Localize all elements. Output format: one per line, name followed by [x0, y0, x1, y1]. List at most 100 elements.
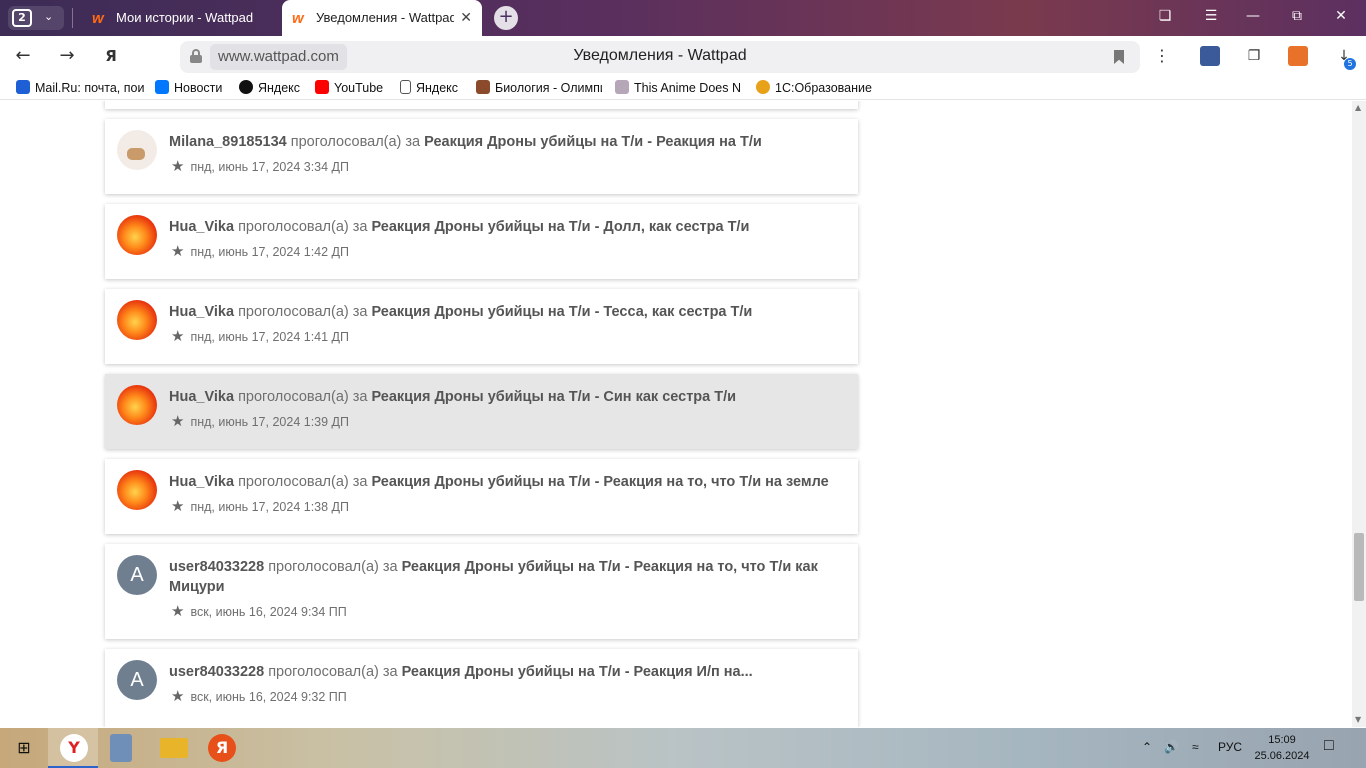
new-tab-button[interactable]: + — [494, 6, 518, 30]
scroll-up-icon[interactable]: ▲ — [1355, 103, 1361, 112]
action-text: проголосовал(а) за — [268, 559, 398, 575]
close-tab-icon[interactable]: ✕ — [460, 9, 472, 26]
notification-date: пнд, июнь 17, 2024 1:42 ДП — [190, 245, 349, 259]
username-link[interactable]: Hua_Vika — [169, 219, 234, 235]
avatar[interactable] — [117, 130, 157, 170]
chevron-up-icon[interactable]: ⌃ — [1142, 740, 1152, 754]
bookmark-mailru[interactable]: Mail.Ru: почта, поиск — [16, 80, 144, 98]
notification-card[interactable]: Hua_Vika проголосовал(а) за Реакция Дрон… — [105, 204, 858, 279]
star-icon: ★ — [171, 158, 185, 175]
avatar[interactable] — [117, 300, 157, 340]
notification-date: пнд, июнь 17, 2024 1:39 ДП — [190, 415, 349, 429]
volume-icon[interactable]: 🔊 — [1164, 740, 1179, 754]
scrollbar-thumb[interactable] — [1354, 533, 1364, 601]
story-link[interactable]: Реакция Дроны убийцы на Т/и - Реакция на… — [424, 134, 762, 150]
address-bar[interactable]: www.wattpad.com Уведомления - Wattpad — [180, 41, 1140, 73]
more-options-icon[interactable]: ⋮ — [1152, 46, 1172, 66]
bookmark-anime[interactable]: This Anime Does Not Exist — [615, 80, 741, 98]
clock-time: 15:09 — [1268, 734, 1296, 746]
star-icon: ★ — [171, 498, 185, 515]
username-link[interactable]: user84033228 — [169, 664, 264, 680]
notification-date: вск, июнь 16, 2024 9:34 ПП — [190, 605, 347, 619]
star-icon: ★ — [171, 688, 185, 705]
yandex-icon[interactable]: Я — [208, 734, 236, 762]
chevron-down-icon: ⌄ — [44, 10, 54, 23]
bookmark-1c[interactable]: 1С:Образование — [756, 80, 872, 98]
story-link[interactable]: Реакция Дроны убийцы на Т/и - Тесса, как… — [371, 304, 752, 320]
menu-icon[interactable]: ☰ — [1196, 8, 1226, 24]
bookmark-biology[interactable]: Биология - Олимпиада — [476, 80, 602, 98]
username-link[interactable]: Milana_89185134 — [169, 134, 287, 150]
divider — [72, 8, 73, 28]
notification-card-partial[interactable] — [105, 101, 858, 109]
yandex-home-icon[interactable]: Я — [98, 44, 124, 70]
avatar[interactable]: A — [117, 660, 157, 700]
bookmark-yandex[interactable]: Яндекс — [239, 80, 300, 98]
notification-card-hovered[interactable]: Hua_Vika проголосовал(а) за Реакция Дрон… — [105, 374, 858, 449]
page-scrollbar[interactable]: ▲ ▼ — [1352, 101, 1366, 727]
wattpad-logo-icon: w — [292, 10, 304, 27]
tab-counter-button[interactable]: 2 ⌄ — [8, 6, 64, 30]
collections-icon[interactable]: ❏ — [1150, 8, 1180, 24]
avatar[interactable] — [117, 385, 157, 425]
action-text: проголосовал(а) за — [290, 134, 421, 150]
file-explorer-icon[interactable] — [160, 738, 188, 758]
action-text: проголосовал(а) за — [238, 389, 368, 405]
story-link[interactable]: Реакция Дроны убийцы на Т/и - Реакция И/… — [402, 664, 753, 680]
avatar[interactable] — [117, 470, 157, 510]
profile-extension-icon[interactable] — [1288, 46, 1308, 66]
avatar[interactable]: A — [117, 555, 157, 595]
notification-card[interactable]: Hua_Vika проголосовал(а) за Реакция Дрон… — [105, 289, 858, 364]
scroll-down-icon[interactable]: ▼ — [1355, 715, 1361, 724]
notification-card[interactable]: Hua_Vika проголосовал(а) за Реакция Дрон… — [105, 459, 858, 534]
star-icon: ★ — [171, 328, 185, 345]
extension-icon[interactable] — [1200, 46, 1220, 66]
taskbar: ⊞ Y Я ⌃ 🔊 ≈ РУС 15:09 25.06.2024 □ — [0, 728, 1366, 768]
reading-list-icon[interactable]: ❐ — [1244, 46, 1264, 66]
story-link[interactable]: Реакция Дроны убийцы на Т/и - Реакция на… — [169, 559, 818, 595]
notification-card[interactable]: A user84033228 проголосовал(а) за Реакци… — [105, 544, 858, 639]
action-text: проголосовал(а) за — [238, 304, 368, 320]
username-link[interactable]: Hua_Vika — [169, 304, 234, 320]
yandex-icon — [239, 80, 253, 94]
bookmark-news[interactable]: Новости — [155, 80, 222, 98]
story-link[interactable]: Реакция Дроны убийцы на Т/и - Долл, как … — [371, 219, 749, 235]
clock-date: 25.06.2024 — [1254, 750, 1310, 762]
wattpad-logo-icon: w — [92, 10, 104, 27]
restore-button[interactable]: ⧉ — [1282, 8, 1312, 24]
star-icon: ★ — [171, 243, 185, 260]
notification-date: пнд, июнь 17, 2024 1:41 ДП — [190, 330, 349, 344]
back-button[interactable]: ← — [10, 44, 36, 70]
tab-my-stories[interactable]: w Мои истории - Wattpad — [82, 0, 278, 36]
yandex-browser-icon[interactable]: Y — [60, 734, 88, 762]
username-link[interactable]: Hua_Vika — [169, 474, 234, 490]
language-indicator[interactable]: РУС — [1218, 740, 1242, 754]
username-link[interactable]: user84033228 — [169, 559, 264, 575]
page-title: Уведомления - Wattpad — [573, 47, 747, 64]
tab-notifications[interactable]: w Уведомления - Wattpad ✕ — [282, 0, 482, 36]
minimize-button[interactable]: — — [1238, 8, 1268, 24]
story-link[interactable]: Реакция Дроны убийцы на Т/и - Син как се… — [371, 389, 736, 405]
story-link[interactable]: Реакция Дроны убийцы на Т/и - Реакция на… — [371, 474, 828, 490]
tab-label: Уведомления - Wattpad — [316, 10, 454, 25]
tab-label: Мои истории - Wattpad — [116, 10, 254, 25]
bookmark-youtube[interactable]: YouTube — [315, 80, 383, 98]
notification-card[interactable]: A user84033228 проголосовал(а) за Реакци… — [105, 649, 858, 727]
star-icon: ★ — [171, 413, 185, 430]
close-window-button[interactable]: ✕ — [1326, 8, 1356, 24]
action-text: проголосовал(а) за — [268, 664, 398, 680]
system-clock[interactable]: 15:09 25.06.2024 — [1246, 732, 1318, 764]
windows-start-icon[interactable]: ⊞ — [10, 734, 38, 762]
network-icon[interactable]: ≈ — [1192, 740, 1199, 754]
forward-button[interactable]: → — [54, 44, 80, 70]
bookmark-yandex-2[interactable]: Яндекс — [400, 80, 458, 98]
calculator-icon[interactable] — [110, 734, 132, 762]
bookmarks-bar: Mail.Ru: почта, поиск Новости Яндекс You… — [0, 76, 1366, 100]
username-link[interactable]: Hua_Vika — [169, 389, 234, 405]
anime-icon — [615, 80, 629, 94]
notifications-icon[interactable]: □ — [1324, 737, 1334, 755]
notification-card[interactable]: Milana_89185134 проголосовал(а) за Реакц… — [105, 119, 858, 194]
avatar[interactable] — [117, 215, 157, 255]
biology-icon — [476, 80, 490, 94]
1c-icon — [756, 80, 770, 94]
